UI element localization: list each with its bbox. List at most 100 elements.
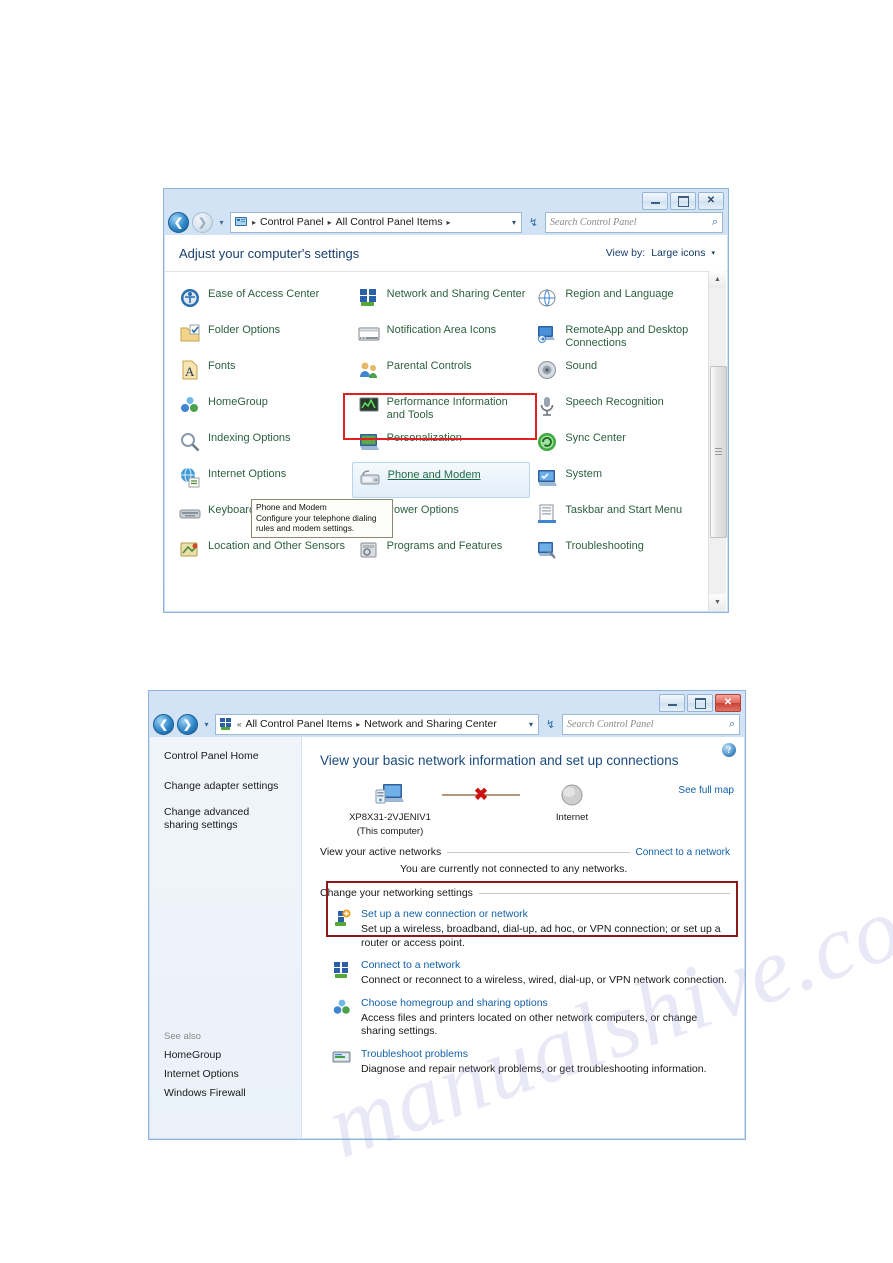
minimize-button-2[interactable] [659, 694, 685, 712]
scroll-up-arrow-icon[interactable]: ▲ [709, 271, 726, 288]
address-dropdown-icon[interactable]: ▾ [512, 218, 518, 227]
control-panel-item-personalization[interactable]: Personalization [352, 426, 531, 462]
breadcrumb-all-items[interactable]: All Control Panel Items [336, 216, 443, 228]
sidebar-item-control-panel-home[interactable]: Control Panel Home [164, 750, 282, 763]
see-also-internet-options[interactable]: Internet Options [164, 1068, 289, 1080]
control-panel-item-region-and-language[interactable]: Region and Language [530, 282, 709, 318]
main-content: ? View your basic network information an… [302, 737, 744, 1138]
search-box-2[interactable]: Search Control Panel ⌕ [562, 713, 740, 735]
close-button-2[interactable]: ✕ [715, 694, 741, 712]
control-panel-item-fonts[interactable]: A Fonts [173, 354, 352, 390]
maximize-button[interactable] [670, 192, 696, 210]
breadcrumb-all-items-2[interactable]: All Control Panel Items [245, 718, 352, 730]
control-panel-item-recovery[interactable]: Recovery [530, 272, 709, 282]
see-also-homegroup[interactable]: HomeGroup [164, 1049, 289, 1061]
minimize-button[interactable] [642, 192, 668, 210]
control-panel-item-label: Fonts [208, 360, 236, 372]
connect-to-network-link[interactable]: Connect to a network [636, 847, 731, 858]
sidebar-item-change-advanced-sharing[interactable]: Change advanced sharing settings [164, 806, 282, 832]
network-task-title[interactable]: Set up a new connection or network [361, 908, 730, 921]
control-panel-item-label: HomeGroup [208, 396, 268, 408]
see-full-map-link[interactable]: See full map [678, 785, 734, 796]
control-panel-item-remoteapp-and-desktop-connections[interactable]: RemoteApp and Desktop Connections [530, 318, 709, 354]
recent-pages-caret-icon-2[interactable]: ▾ [201, 720, 212, 729]
refresh-icon[interactable]: ↯ [525, 213, 542, 232]
vertical-scrollbar[interactable]: ▲ ▼ [708, 271, 727, 611]
network-tasks-list: Set up a new connection or network Set up… [320, 908, 730, 1076]
search-input[interactable]: Search Control Panel [550, 217, 712, 228]
control-panel-item-location-and-other-sensors[interactable]: Location and Other Sensors [173, 534, 352, 570]
control-panel-item-speech-recognition[interactable]: Speech Recognition [530, 390, 709, 426]
control-panel-item-parental-controls[interactable]: Parental Controls [352, 354, 531, 390]
network-task-text: Connect to a network Connect or reconnect… [361, 959, 730, 988]
control-panel-item-performance-information-and-tools[interactable]: Performance Information and Tools [352, 390, 531, 426]
sidebar-item-change-adapter-settings[interactable]: Change adapter settings [164, 780, 282, 793]
this-computer-node[interactable]: XP8X31-2VJENIV1 (This computer) [342, 780, 438, 838]
network-task-title[interactable]: Connect to a network [361, 959, 730, 972]
refresh-icon-2[interactable]: ↯ [542, 715, 559, 734]
control-panel-item-troubleshooting[interactable]: Troubleshooting [530, 534, 709, 570]
network-task-set-up-a-new-connection-or-network[interactable]: Set up a new connection or network Set up… [320, 908, 730, 950]
close-button[interactable]: ✕ [698, 192, 724, 210]
homegroup-icon [179, 395, 201, 417]
control-panel-items-scroll-area[interactable]: DisplayMouseRecovery Ease of Access Cente… [165, 271, 727, 611]
back-button-2[interactable]: ❮ [153, 713, 174, 735]
window1-titlebar[interactable]: ✕ [164, 189, 728, 210]
window2-titlebar[interactable]: ✕ [149, 691, 745, 712]
phone-and-modem-tooltip: Phone and Modem Configure your telephone… [251, 499, 393, 538]
search-box[interactable]: Search Control Panel ⌕ [545, 211, 723, 233]
network-task-connect-to-a-network[interactable]: Connect to a network Connect or reconnect… [320, 959, 730, 988]
window2-body: Control Panel Home Change adapter settin… [150, 737, 744, 1138]
address-bar[interactable]: ▸ Control Panel ▸ All Control Panel Item… [230, 211, 522, 233]
address-chevrons[interactable]: « [236, 720, 242, 729]
recent-pages-caret-icon[interactable]: ▾ [216, 218, 227, 227]
control-panel-item-folder-options[interactable]: Folder Options [173, 318, 352, 354]
globe-icon [524, 780, 620, 810]
see-also-windows-firewall[interactable]: Windows Firewall [164, 1087, 289, 1099]
personalization-icon [358, 431, 380, 453]
control-panel-item-ease-of-access-center[interactable]: Ease of Access Center [173, 282, 352, 318]
breadcrumb-control-panel[interactable]: Control Panel [260, 216, 324, 228]
location-sensors-icon [179, 539, 201, 561]
control-panel-item-phone-and-modem[interactable]: Phone and Modem [351, 462, 531, 498]
view-by-control[interactable]: View by: Large icons ▾ [606, 247, 715, 259]
computer-name: XP8X31-2VJENIV1 [349, 812, 431, 823]
control-panel-item-sync-center[interactable]: Sync Center [530, 426, 709, 462]
network-task-title[interactable]: Choose homegroup and sharing options [361, 997, 730, 1010]
network-task-choose-homegroup-and-sharing-options[interactable]: Choose homegroup and sharing options Acce… [320, 997, 730, 1039]
control-panel-item-indexing-options[interactable]: Indexing Options [173, 426, 352, 462]
internet-options-icon [179, 467, 201, 489]
control-panel-item-notification-area-icons[interactable]: Notification Area Icons [352, 318, 531, 354]
address-dropdown-icon-2[interactable]: ▾ [529, 720, 535, 729]
control-panel-item-homegroup[interactable]: HomeGroup [173, 390, 352, 426]
control-panel-item-programs-and-features[interactable]: Programs and Features [352, 534, 531, 570]
network-task-description: Connect or reconnect to a wireless, wire… [361, 974, 727, 986]
maximize-button-2[interactable] [687, 694, 713, 712]
control-panel-item-display[interactable]: Display [173, 272, 352, 282]
address-bar-2[interactable]: « All Control Panel Items ▸ Network and … [215, 713, 539, 735]
control-panel-item-internet-options[interactable]: Internet Options [173, 462, 352, 498]
breadcrumb-network-sharing[interactable]: Network and Sharing Center [364, 718, 497, 730]
scroll-down-arrow-icon[interactable]: ▼ [709, 594, 726, 611]
view-by-value[interactable]: Large icons [651, 247, 705, 259]
network-task-troubleshoot-problems[interactable]: Troubleshoot problems Diagnose and repair… [320, 1048, 730, 1077]
red-x-icon: ✖ [473, 785, 489, 804]
control-panel-item-system[interactable]: System [530, 462, 709, 498]
control-panel-item-label: Notification Area Icons [386, 324, 497, 336]
forward-button-2[interactable]: ❯ [177, 713, 198, 735]
control-panel-item-sound[interactable]: Sound [530, 354, 709, 390]
help-icon[interactable]: ? [722, 743, 736, 757]
scrollbar-thumb[interactable] [710, 366, 727, 538]
chevron-down-icon[interactable]: ▾ [711, 249, 715, 257]
internet-node[interactable]: Internet [524, 780, 620, 824]
control-panel-item-taskbar-and-start-menu[interactable]: Taskbar and Start Menu [530, 498, 709, 534]
control-panel-item-label: Personalization [386, 432, 462, 444]
network-task-text: Set up a new connection or network Set up… [361, 908, 730, 950]
control-panel-item-network-and-sharing-center[interactable]: Network and Sharing Center [352, 282, 531, 318]
control-panel-item-mouse[interactable]: Mouse [352, 272, 531, 282]
back-button[interactable]: ❮ [168, 211, 189, 233]
network-task-title[interactable]: Troubleshoot problems [361, 1048, 730, 1061]
forward-button[interactable]: ❯ [192, 211, 213, 233]
search-input-2[interactable]: Search Control Panel [567, 719, 729, 730]
network-sharing-center-window: ✕ ❮ ❯ ▾ « All Control Panel Items ▸ Netw… [148, 690, 746, 1140]
